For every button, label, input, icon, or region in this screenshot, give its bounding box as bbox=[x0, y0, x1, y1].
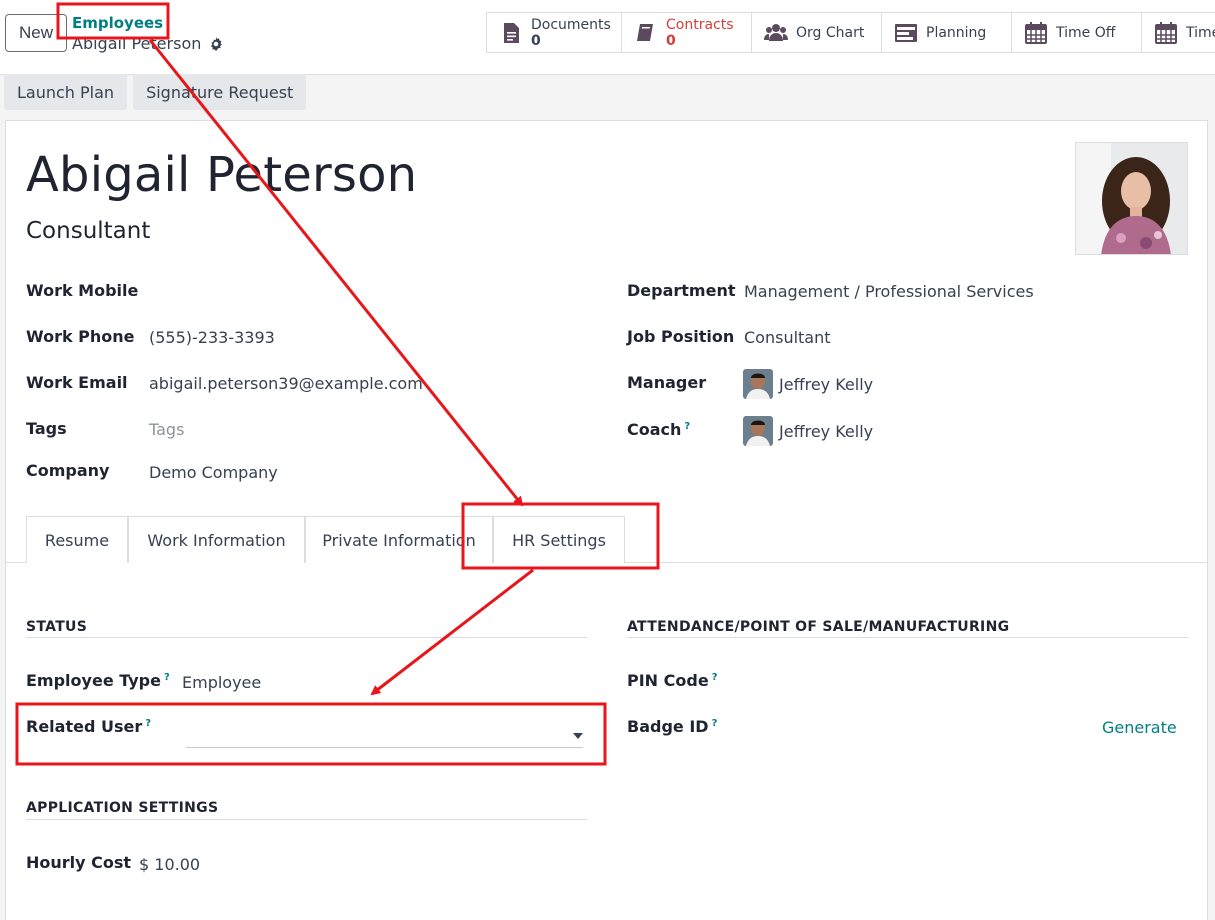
book-icon bbox=[637, 23, 653, 41]
documents-count: 0 bbox=[531, 32, 541, 49]
time-off-label: Time Off bbox=[1056, 24, 1116, 41]
coach-help-icon[interactable]: ? bbox=[684, 421, 690, 432]
calendar-icon bbox=[1025, 21, 1047, 44]
planning-button[interactable]: Planning bbox=[882, 13, 1012, 52]
employee-name[interactable]: Abigail Peterson bbox=[26, 147, 417, 203]
job-position-label: Job Position bbox=[627, 327, 735, 346]
employee-type-label-text: Employee Type bbox=[26, 671, 161, 690]
breadcrumb-current-label: Abigail Peterson bbox=[72, 34, 202, 53]
employee-photo[interactable] bbox=[1075, 142, 1188, 255]
related-user-input[interactable] bbox=[186, 747, 583, 748]
pin-code-help-icon[interactable]: ? bbox=[712, 672, 718, 683]
org-chart-button[interactable]: Org Chart bbox=[752, 13, 882, 52]
employee-type-field[interactable]: Employee bbox=[182, 673, 261, 692]
users-icon bbox=[764, 23, 788, 41]
pin-code-label: PIN Code? bbox=[627, 671, 718, 690]
new-button[interactable]: New bbox=[5, 14, 67, 52]
badge-id-label-text: Badge ID bbox=[627, 717, 709, 736]
work-mobile-label: Work Mobile bbox=[26, 281, 139, 300]
badge-id-help-icon[interactable]: ? bbox=[712, 718, 718, 729]
work-phone-label: Work Phone bbox=[26, 327, 135, 346]
chevron-down-icon[interactable] bbox=[573, 733, 583, 739]
work-email-label: Work Email bbox=[26, 373, 128, 392]
status-section-title: STATUS bbox=[26, 619, 88, 635]
planning-icon bbox=[895, 23, 917, 42]
launch-plan-button[interactable]: Launch Plan bbox=[4, 74, 128, 110]
contracts-count: 0 bbox=[666, 32, 676, 49]
related-user-label-text: Related User bbox=[26, 717, 143, 736]
employee-form-sheet: Abigail Peterson Consultant Work Mobile … bbox=[5, 120, 1208, 920]
attendance-divider bbox=[627, 637, 1188, 638]
control-panel: New Employees Abigail Peterson Documents… bbox=[0, 0, 1215, 75]
work-phone-field[interactable]: (555)-233-3393 bbox=[149, 328, 275, 347]
manager-avatar bbox=[743, 369, 773, 399]
status-divider bbox=[26, 637, 587, 638]
org-chart-label: Org Chart bbox=[796, 24, 865, 41]
time-button[interactable]: Time bbox=[1142, 13, 1215, 52]
contracts-button[interactable]: Contracts 0 bbox=[622, 13, 752, 52]
tags-input[interactable]: Tags bbox=[149, 420, 184, 439]
calendar-icon bbox=[1155, 21, 1177, 44]
related-user-help-icon[interactable]: ? bbox=[145, 718, 151, 729]
smart-buttons: Documents 0 Contracts 0 Org Chart Planning bbox=[486, 12, 1215, 53]
tab-resume[interactable]: Resume bbox=[26, 516, 128, 563]
manager-field[interactable]: Jeffrey Kelly bbox=[743, 369, 873, 399]
employee-type-help-icon[interactable]: ? bbox=[164, 672, 170, 683]
coach-label-text: Coach bbox=[627, 420, 682, 439]
signature-request-button[interactable]: Signature Request bbox=[133, 74, 307, 110]
application-settings-title: APPLICATION SETTINGS bbox=[26, 800, 219, 816]
work-email-field[interactable]: abigail.peterson39@example.com bbox=[149, 374, 423, 393]
tags-label: Tags bbox=[26, 419, 67, 438]
department-field[interactable]: Management / Professional Services bbox=[744, 282, 1034, 301]
hourly-cost-label: Hourly Cost bbox=[26, 853, 132, 872]
hourly-cost-field[interactable]: $ 10.00 bbox=[139, 855, 200, 874]
contracts-label: Contracts bbox=[666, 16, 734, 33]
generate-badge-button[interactable]: Generate bbox=[1102, 718, 1177, 737]
coach-field[interactable]: Jeffrey Kelly bbox=[743, 416, 873, 446]
job-title[interactable]: Consultant bbox=[26, 218, 150, 244]
employee-type-label: Employee Type? bbox=[26, 671, 170, 690]
badge-id-label: Badge ID? bbox=[627, 717, 717, 736]
company-field[interactable]: Demo Company bbox=[149, 463, 278, 482]
breadcrumb-current: Abigail Peterson bbox=[72, 34, 223, 53]
time-label: Time bbox=[1186, 24, 1215, 41]
coach-label: Coach? bbox=[627, 420, 690, 439]
application-divider bbox=[26, 819, 587, 820]
tab-hr-settings[interactable]: HR Settings bbox=[493, 516, 625, 564]
form-tabs: Resume Work Information Private Informat… bbox=[6, 516, 1207, 564]
related-user-label: Related User? bbox=[26, 717, 151, 736]
action-buttons: Launch Plan Signature Request bbox=[4, 74, 307, 110]
breadcrumb-employees[interactable]: Employees bbox=[72, 14, 163, 32]
documents-button[interactable]: Documents 0 bbox=[487, 13, 622, 52]
tab-private-information[interactable]: Private Information bbox=[305, 516, 493, 563]
coach-name: Jeffrey Kelly bbox=[779, 421, 874, 441]
coach-avatar bbox=[743, 416, 773, 446]
time-off-button[interactable]: Time Off bbox=[1012, 13, 1142, 52]
company-label: Company bbox=[26, 461, 110, 480]
pin-code-label-text: PIN Code bbox=[627, 671, 709, 690]
tab-work-information[interactable]: Work Information bbox=[128, 516, 305, 563]
attendance-section-title: ATTENDANCE/POINT OF SALE/MANUFACTURING bbox=[627, 619, 1010, 635]
employee-portrait bbox=[1076, 143, 1187, 254]
documents-label: Documents bbox=[531, 16, 611, 33]
gear-icon[interactable] bbox=[209, 36, 223, 51]
document-icon bbox=[504, 22, 519, 43]
department-label: Department bbox=[627, 281, 736, 300]
manager-name: Jeffrey Kelly bbox=[779, 374, 874, 394]
manager-label: Manager bbox=[627, 373, 707, 392]
planning-label: Planning bbox=[926, 24, 987, 41]
job-position-field[interactable]: Consultant bbox=[744, 328, 831, 347]
